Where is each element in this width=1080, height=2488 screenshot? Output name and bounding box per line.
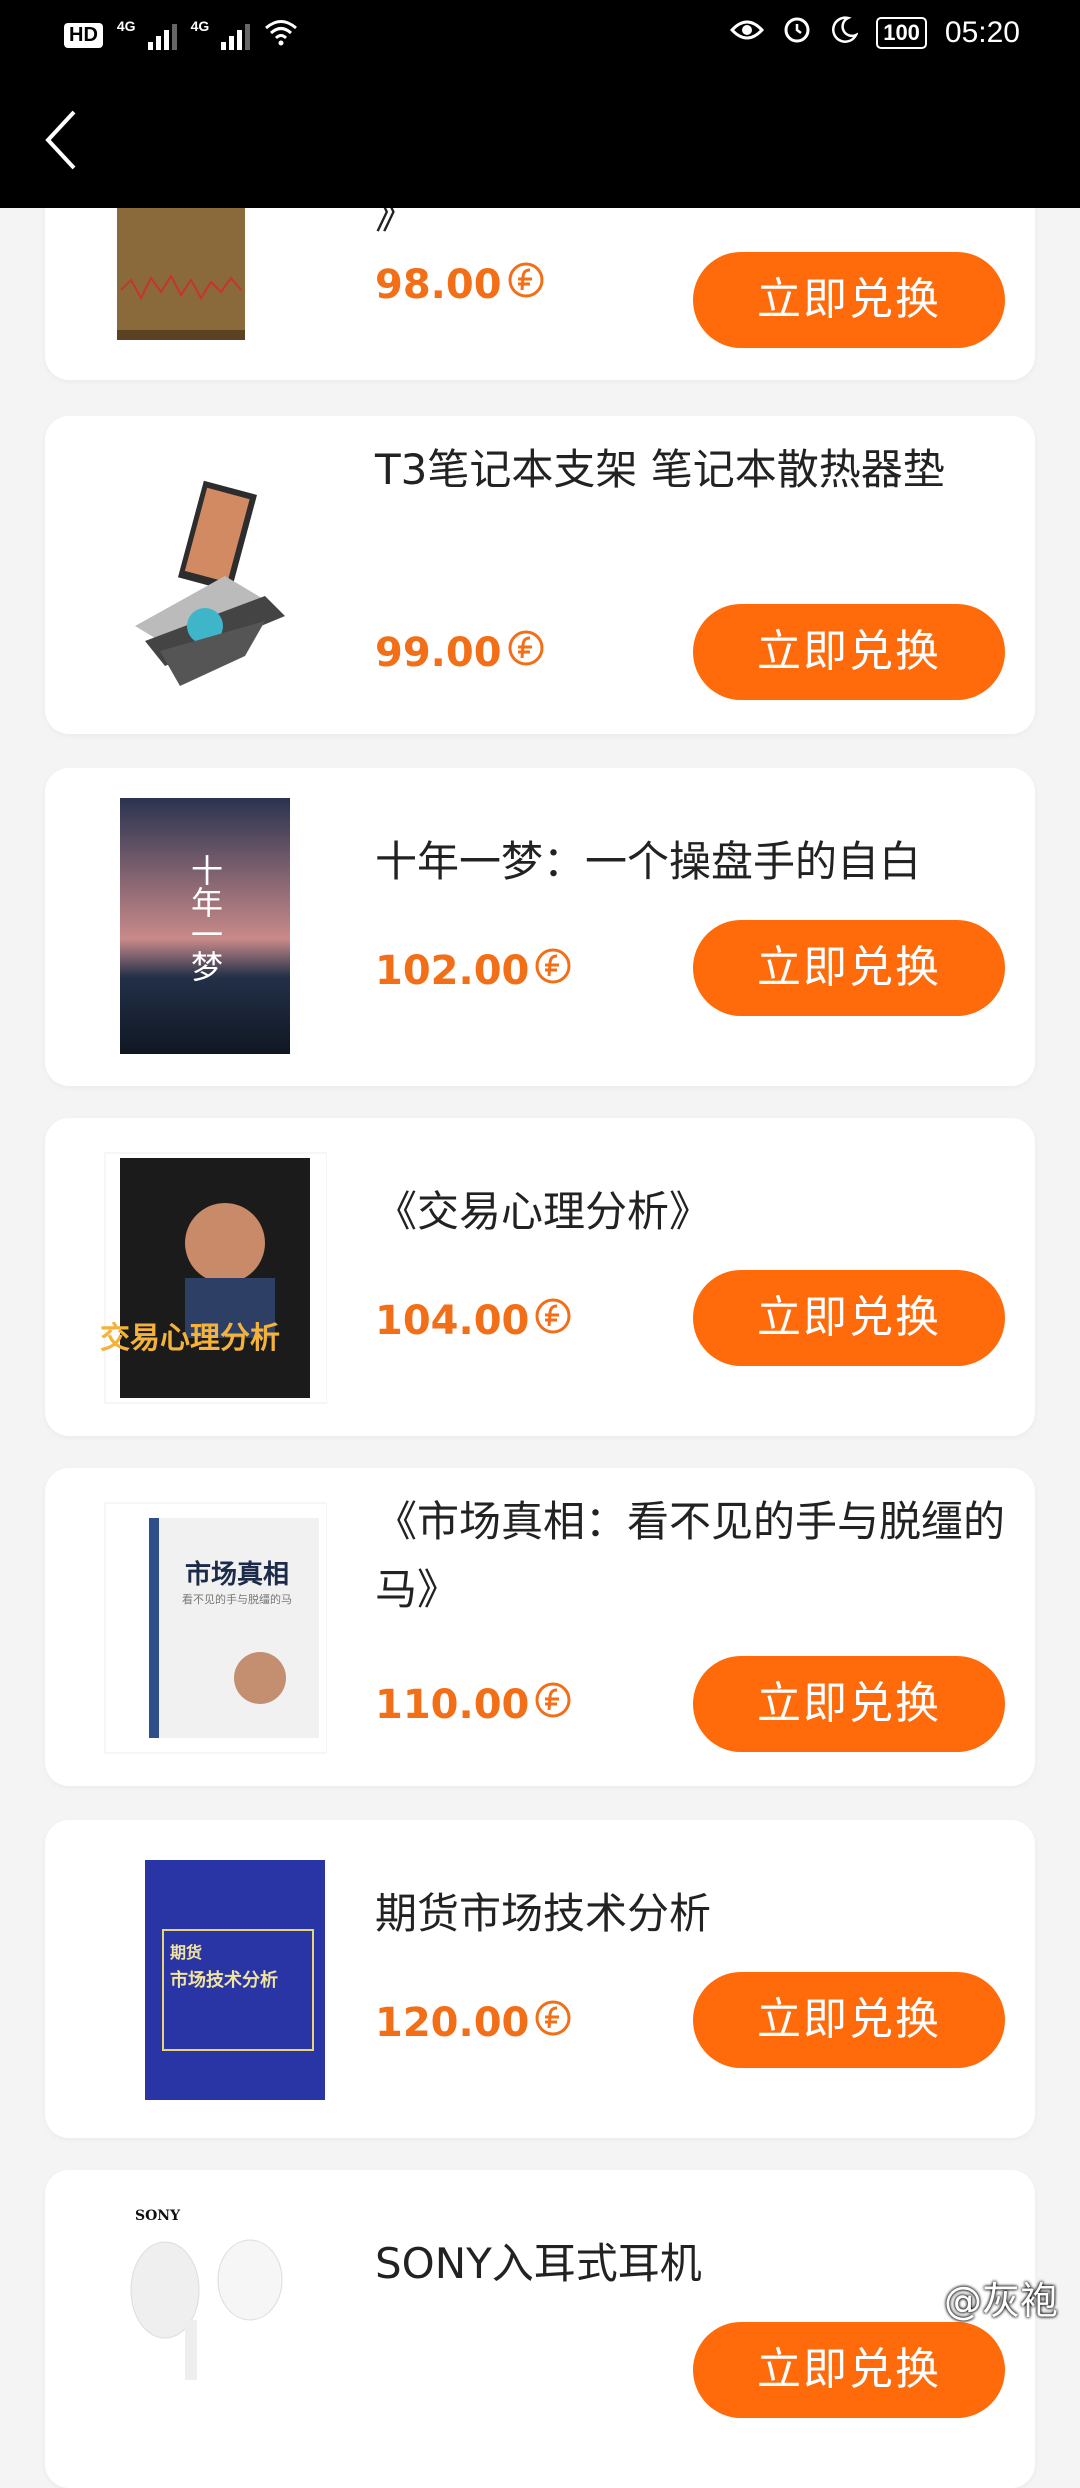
redeem-button[interactable]: 立即兑换 [693, 920, 1005, 1016]
status-bar: HD 4G 4G 100 05:20 [0, 0, 1080, 72]
product-title: T3笔记本支架 笔记本散热器垫 [375, 445, 945, 494]
exchange-list: 》 98.00 立即兑换 T3笔记本支架 笔记本散热器垫 99.00 立即兑换 … [0, 0, 1080, 2488]
coin-icon [506, 260, 546, 310]
wifi-icon [264, 18, 298, 53]
price-value: 120.00 [375, 2000, 530, 2046]
product-card[interactable]: 期货 市场技术分析 期货市场技术分析 120.00 立即兑换 [45, 1820, 1035, 2138]
battery-indicator: 100 [876, 17, 927, 49]
eye-icon [730, 16, 765, 50]
product-title: SONY入耳式耳机 [375, 2239, 702, 2288]
coin-icon [533, 1680, 573, 1730]
product-price: 120.00 [375, 1998, 573, 2048]
price-value: 102.00 [375, 948, 530, 994]
product-image: 市场真相 看不见的手与脱缰的马 [75, 1498, 327, 1758]
signal-icon [221, 22, 251, 50]
moon-icon [830, 15, 859, 51]
back-button[interactable] [36, 106, 92, 174]
brand-text: SONY [135, 2208, 181, 2224]
price-value: 98.00 [375, 262, 502, 308]
product-title: 《交易心理分析》 [375, 1187, 712, 1236]
redeem-button[interactable]: 立即兑换 [693, 1656, 1005, 1752]
product-image: 交易心理分析 [75, 1148, 327, 1408]
clock: 05:20 [944, 16, 1020, 49]
product-image [75, 446, 327, 706]
product-image: SONY [75, 2200, 327, 2460]
product-card[interactable]: T3笔记本支架 笔记本散热器垫 99.00 立即兑换 [45, 416, 1035, 734]
chevron-left-icon [45, 110, 76, 170]
cover-text-2: 市场技术分析 [170, 1969, 278, 1991]
product-price: 102.00 [375, 946, 573, 996]
coin-icon [533, 1998, 573, 2048]
product-price: 99.00 [375, 628, 546, 678]
product-image: 期货 市场技术分析 [75, 1850, 327, 2110]
redeem-button[interactable]: 立即兑换 [693, 604, 1005, 700]
signal-icon [147, 22, 177, 50]
watermark: @灰袍 [943, 2279, 1058, 2323]
product-price: 104.00 [375, 1296, 573, 1346]
product-card[interactable]: 十年一梦 十年一梦：一个操盘手的自白 102.00 立即兑换 [45, 768, 1035, 1086]
coin-icon [533, 946, 573, 996]
hd-badge: HD [64, 23, 103, 48]
product-card[interactable]: 市场真相 看不见的手与脱缰的马 《市场真相：看不见的手与脱缰的马》 110.00… [45, 1468, 1035, 1786]
price-value: 110.00 [375, 1682, 530, 1728]
product-card[interactable]: 交易心理分析 《交易心理分析》 104.00 立即兑换 [45, 1118, 1035, 1436]
redeem-button[interactable]: 立即兑换 [693, 252, 1005, 348]
alarm-icon [782, 14, 812, 52]
redeem-button[interactable]: 立即兑换 [693, 2322, 1005, 2418]
product-title: 期货市场技术分析 [375, 1889, 712, 1938]
network-label: 4G [116, 17, 136, 34]
product-title: 《市场真相：看不见的手与脱缰的马》 [375, 1497, 1006, 1614]
cover-text: 交易心理分析 [100, 1321, 280, 1356]
product-card[interactable]: SONY SONY入耳式耳机 立即兑换 [45, 2170, 1035, 2488]
product-price: 98.00 [375, 260, 546, 310]
cover-text: 期货 [170, 1943, 202, 1962]
price-value: 104.00 [375, 1298, 530, 1344]
cover-subtext: 看不见的手与脱缰的马 [182, 1592, 292, 1606]
product-title: 十年一梦：一个操盘手的自白 [375, 837, 922, 886]
product-image: 十年一梦 [75, 798, 327, 1058]
cover-text: 十年一梦 [186, 854, 224, 982]
redeem-button[interactable]: 立即兑换 [693, 1270, 1005, 1366]
price-value: 99.00 [375, 630, 502, 676]
cover-text: 市场真相 [185, 1559, 289, 1590]
redeem-button[interactable]: 立即兑换 [693, 1972, 1005, 2068]
coin-icon [533, 1296, 573, 1346]
product-price: 110.00 [375, 1680, 573, 1730]
coin-icon [506, 628, 546, 678]
network-label: 4G [190, 17, 210, 34]
top-navbar [0, 72, 1080, 208]
